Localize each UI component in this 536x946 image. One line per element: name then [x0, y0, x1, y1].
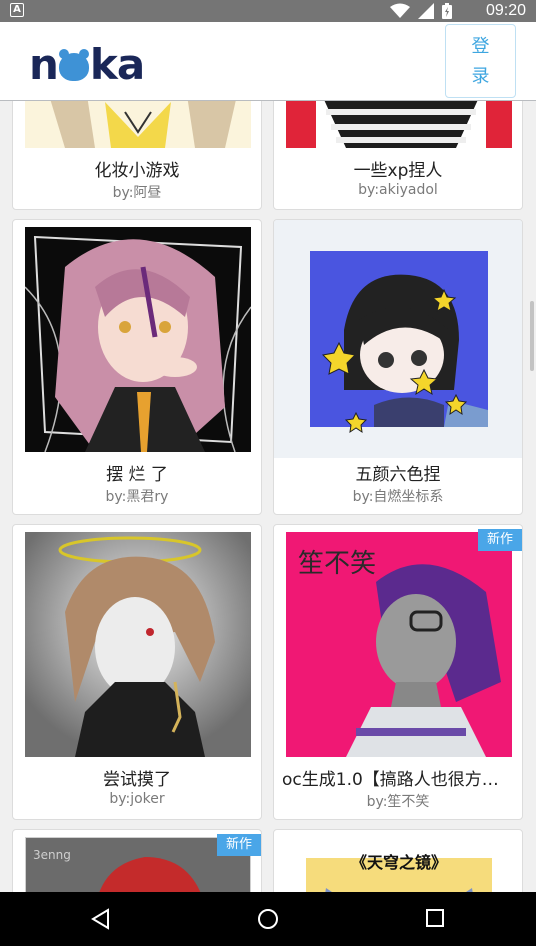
wifi-icon — [390, 3, 410, 18]
work-author[interactable]: by:笙不笑 — [282, 791, 514, 811]
work-thumbnail[interactable] — [274, 220, 522, 458]
work-card[interactable]: 3enng 新作 — [12, 829, 262, 892]
back-icon[interactable] — [90, 908, 112, 930]
work-card[interactable]: 尝试摸了 by:joker — [12, 524, 262, 820]
work-thumbnail[interactable]: 笙不笑 — [286, 532, 512, 757]
home-icon[interactable] — [257, 908, 279, 930]
artwork-signature: 3enng — [33, 848, 71, 862]
noka-logo[interactable]: n ka — [29, 40, 145, 89]
new-work-badge: 新作 — [478, 529, 522, 551]
status-time: 09:20 — [485, 2, 526, 19]
work-thumbnail[interactable] — [286, 101, 512, 148]
battery-icon — [442, 3, 452, 19]
work-card[interactable]: 笙不笑 新作 oc生成1.0【搞路人也很方便】 by:笙不笑 — [273, 524, 523, 820]
work-title[interactable]: 摆 烂 了 — [21, 460, 253, 485]
work-author[interactable]: by:自燃坐标系 — [282, 486, 514, 506]
work-title[interactable]: oc生成1.0【搞路人也很方便】 — [282, 765, 514, 790]
work-author[interactable]: by:joker — [21, 791, 253, 807]
work-card[interactable]: 一些xp捏人 by:akiyadol — [273, 101, 523, 210]
work-grid[interactable]: 化妆小游戏 by:阿昼 一些xp捏人 by:akiyadol 摆 烂 了 by:… — [0, 101, 536, 892]
login-button[interactable]: 登 录 — [445, 24, 516, 98]
work-title[interactable]: 五颜六色捏 — [282, 460, 514, 485]
bear-logo-icon — [58, 49, 89, 81]
work-author[interactable]: by:阿昼 — [21, 182, 253, 202]
work-card[interactable]: 《天穹之镜》 — [273, 829, 523, 892]
work-title[interactable]: 一些xp捏人 — [282, 156, 514, 181]
work-title[interactable]: 化妆小游戏 — [21, 156, 253, 181]
status-bar: A 09:20 — [0, 0, 536, 22]
work-author[interactable]: by:黑君ry — [21, 486, 253, 506]
work-card[interactable]: 摆 烂 了 by:黑君ry — [12, 219, 262, 515]
new-work-badge: 新作 — [217, 834, 261, 856]
system-nav-bar — [0, 892, 536, 946]
work-thumbnail[interactable] — [25, 532, 251, 757]
work-thumbnail[interactable]: 《天穹之镜》 — [286, 848, 512, 892]
artwork-title: 《天穹之镜》 — [351, 853, 447, 872]
work-thumbnail[interactable] — [25, 101, 251, 148]
recents-icon[interactable] — [425, 908, 445, 928]
work-author[interactable]: by:akiyadol — [282, 182, 514, 198]
app-header: n ka 登 录 — [0, 22, 536, 101]
work-thumbnail[interactable] — [25, 227, 251, 452]
artwork-signature: 笙不笑 — [298, 549, 376, 579]
work-card[interactable]: 化妆小游戏 by:阿昼 — [12, 101, 262, 210]
signal-icon — [418, 3, 434, 19]
work-title[interactable]: 尝试摸了 — [21, 765, 253, 790]
notification-app-icon: A — [10, 3, 24, 17]
scrollbar-thumb[interactable] — [530, 301, 534, 371]
work-card[interactable]: 五颜六色捏 by:自燃坐标系 — [273, 219, 523, 515]
